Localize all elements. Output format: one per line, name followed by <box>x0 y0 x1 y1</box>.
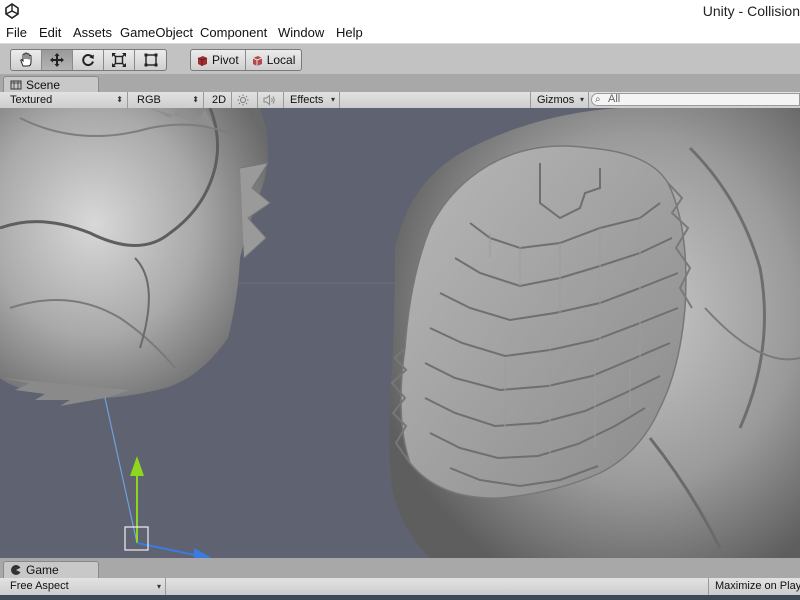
rect-tool-button[interactable] <box>135 50 166 70</box>
menu-file[interactable]: File <box>6 25 27 40</box>
scene-control-bar: Textured ⬍ RGB ⬍ 2D Effects ▾ Gizmos ▾ ⌕… <box>0 92 800 109</box>
title-bar: Unity - Collision <box>0 0 800 22</box>
menu-gameobject[interactable]: GameObject <box>120 25 193 40</box>
local-label: Local <box>266 53 296 67</box>
left-mesh <box>0 108 271 406</box>
chevron-down-icon: ▾ <box>579 95 584 104</box>
game-tab-strip: Game <box>0 558 800 578</box>
pivot-label: Pivot <box>212 53 239 67</box>
mode-2d-toggle[interactable]: 2D <box>207 92 232 108</box>
effects-dropdown[interactable]: Effects ▾ <box>284 92 340 108</box>
maximize-label: Maximize on Play <box>715 580 800 592</box>
taskbar-edge <box>0 595 800 600</box>
rect-icon <box>144 53 157 67</box>
local-icon <box>252 55 262 66</box>
scale-tool-button[interactable] <box>104 50 135 70</box>
scene-tab-strip: Scene <box>0 74 800 93</box>
transform-gizmo[interactable] <box>104 397 212 558</box>
pivot-button[interactable]: Pivot <box>191 50 246 70</box>
chevron-updown-icon: ⬍ <box>192 95 199 104</box>
mode-2d-label: 2D <box>212 94 227 106</box>
pivot-icon <box>197 55 208 66</box>
gizmos-dropdown[interactable]: Gizmos ▾ <box>530 92 589 108</box>
scene-render <box>0 108 800 558</box>
scene-viewport[interactable] <box>0 108 800 558</box>
tab-scene-label: Scene <box>26 78 61 92</box>
tab-scene[interactable]: Scene <box>3 76 99 93</box>
game-control-bar: Free Aspect ▾ Maximize on Play <box>0 578 800 596</box>
rotate-tool-button[interactable] <box>73 50 104 70</box>
menu-window[interactable]: Window <box>278 25 324 40</box>
hand-icon <box>20 52 32 67</box>
effects-label: Effects <box>290 94 324 106</box>
hand-tool-button[interactable] <box>11 50 42 70</box>
unity-logo-icon <box>5 3 19 19</box>
move-tool-button[interactable] <box>42 50 73 70</box>
search-placeholder: All <box>608 93 621 105</box>
menu-component[interactable]: Component <box>200 25 267 40</box>
scene-audio-toggle[interactable] <box>258 92 284 108</box>
render-mode-dropdown[interactable]: RGB ⬍ <box>131 92 204 108</box>
chevron-down-icon: ▾ <box>330 95 335 104</box>
pivot-toggle-group: Pivot Local <box>190 49 303 71</box>
aspect-value: Free Aspect <box>10 580 69 592</box>
right-mesh <box>389 108 800 558</box>
window-title: Unity - Collision <box>702 3 800 19</box>
menu-assets[interactable]: Assets <box>73 25 112 40</box>
speaker-icon <box>263 94 275 106</box>
main-toolbar: Pivot Local <box>0 44 800 74</box>
search-icon: ⌕ <box>595 94 601 105</box>
sun-icon <box>237 94 249 106</box>
menu-help[interactable]: Help <box>336 25 363 40</box>
local-button[interactable]: Local <box>246 50 302 70</box>
shading-mode-dropdown[interactable]: Textured ⬍ <box>4 92 128 108</box>
game-icon <box>11 565 21 575</box>
scale-icon <box>112 53 126 67</box>
tab-game[interactable]: Game <box>3 561 99 578</box>
chevron-updown-icon: ⬍ <box>116 95 123 104</box>
gizmo-y-arrow-icon[interactable] <box>130 456 144 476</box>
move-icon <box>50 53 64 67</box>
gizmo-x-arrow-icon[interactable] <box>194 548 212 558</box>
render-mode-value: RGB <box>137 94 161 106</box>
menu-edit[interactable]: Edit <box>39 25 61 40</box>
scene-lighting-toggle[interactable] <box>232 92 258 108</box>
aspect-dropdown[interactable]: Free Aspect ▾ <box>4 578 166 595</box>
rotate-icon <box>82 54 94 66</box>
gizmos-label: Gizmos <box>537 94 575 106</box>
maximize-on-play-toggle[interactable]: Maximize on Play <box>708 578 800 595</box>
scene-icon <box>10 80 22 90</box>
chevron-down-icon: ▾ <box>156 582 161 591</box>
menu-bar: File Edit Assets GameObject Component Wi… <box>0 22 800 44</box>
shading-mode-value: Textured <box>10 94 53 106</box>
tab-game-label: Game <box>26 563 59 577</box>
scene-search-input[interactable]: ⌕ All <box>591 93 800 106</box>
transform-tools <box>10 49 167 71</box>
